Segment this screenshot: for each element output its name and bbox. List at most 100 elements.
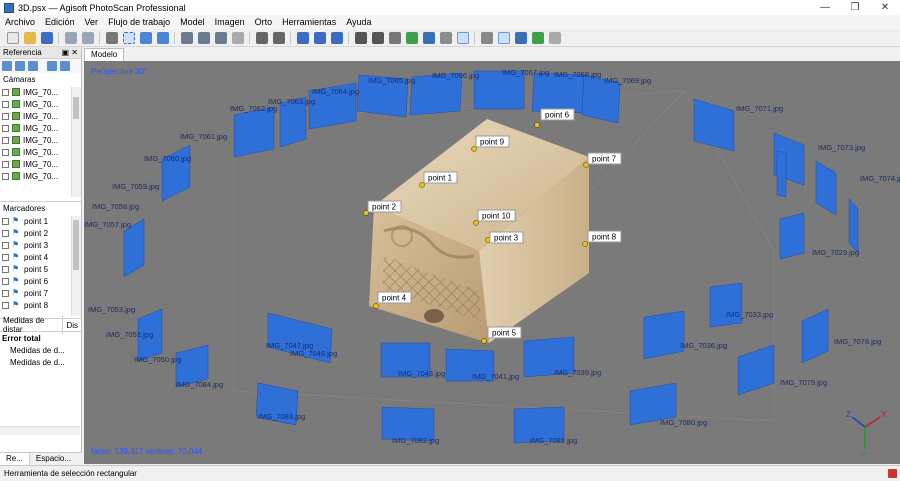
marker-row[interactable]: ⚑ point 3	[0, 239, 81, 251]
textured-icon[interactable]	[456, 31, 469, 44]
camera-row[interactable]: IMG_70...	[0, 134, 81, 146]
settings-icon[interactable]	[60, 61, 70, 71]
camera-image[interactable]	[531, 72, 585, 114]
dense-cloud-icon[interactable]	[371, 31, 384, 44]
camera-row[interactable]: IMG_70...	[0, 146, 81, 158]
delete-icon[interactable]	[255, 31, 268, 44]
checkbox[interactable]	[2, 217, 9, 225]
zoom-in-icon[interactable]	[296, 31, 309, 44]
shaded-icon[interactable]	[422, 31, 435, 44]
wireframe-icon[interactable]	[439, 31, 452, 44]
checkbox[interactable]	[2, 160, 9, 168]
move-icon[interactable]	[156, 31, 169, 44]
camera-row[interactable]: IMG_70...	[0, 86, 81, 98]
marker-row[interactable]: ⚑ point 7	[0, 287, 81, 299]
checkbox[interactable]	[2, 253, 9, 261]
checkbox[interactable]	[2, 301, 9, 309]
show-shapes-icon[interactable]	[514, 31, 527, 44]
marker-row[interactable]: ⚑ point 6	[0, 275, 81, 287]
horizontal-scrollbar[interactable]	[0, 426, 80, 435]
marker-point-7[interactable]: point 7	[583, 152, 622, 168]
camera-image[interactable]	[709, 282, 743, 328]
marker-row[interactable]: ⚑ point 5	[0, 263, 81, 275]
menu-model[interactable]: Model	[175, 17, 210, 27]
scroll-thumb[interactable]	[73, 97, 79, 119]
checkbox[interactable]	[2, 148, 9, 156]
camera-image[interactable]	[779, 212, 805, 260]
camera-row[interactable]: IMG_70...	[0, 98, 81, 110]
tab-workspace[interactable]: Espacio...	[30, 453, 77, 465]
tab-model[interactable]: Modelo	[84, 48, 125, 61]
navigation-icon[interactable]	[139, 31, 152, 44]
menu-edicion[interactable]: Edición	[40, 17, 80, 27]
crop-icon[interactable]	[272, 31, 285, 44]
marker-point-6[interactable]: point 6	[534, 108, 575, 128]
rectangle-selection-icon[interactable]	[122, 31, 135, 44]
measure-row[interactable]: Medidas de d...	[0, 344, 81, 356]
mesh-icon[interactable]	[388, 31, 401, 44]
checkbox[interactable]	[2, 88, 9, 96]
checkbox[interactable]	[2, 136, 9, 144]
show-region-icon[interactable]	[548, 31, 561, 44]
marker-point-3[interactable]: point 3	[485, 231, 524, 244]
scroll-thumb[interactable]	[73, 220, 79, 270]
checkbox[interactable]	[2, 112, 9, 120]
redo-icon[interactable]	[81, 31, 94, 44]
measure-tab-dis[interactable]: Dis	[63, 321, 81, 330]
cameras-scrollbar[interactable]	[71, 87, 81, 197]
save-icon[interactable]	[40, 31, 53, 44]
cameras-icon[interactable]	[480, 31, 493, 44]
measure-tab-distance[interactable]: Medidas de distar	[0, 316, 64, 334]
camera-image[interactable]	[815, 160, 837, 216]
menu-ayuda[interactable]: Ayuda	[341, 17, 376, 27]
marker-row[interactable]: ⚑ point 4	[0, 251, 81, 263]
measure-row[interactable]: Medidas de d...	[0, 356, 81, 368]
camera-image[interactable]	[233, 106, 275, 158]
scene-canvas[interactable]: IMG_7065.jpg IMG_7066.jpg IMG_7067.jpg I…	[84, 61, 900, 464]
camera-image[interactable]	[776, 150, 787, 198]
menu-ver[interactable]: Ver	[80, 17, 104, 27]
eraser-icon[interactable]	[231, 31, 244, 44]
checkbox[interactable]	[2, 289, 9, 297]
menu-herramientas[interactable]: Herramientas	[277, 17, 341, 27]
view-source-icon[interactable]	[47, 61, 57, 71]
minimize-button[interactable]: —	[810, 0, 840, 15]
reset-view-icon[interactable]	[330, 31, 343, 44]
menu-orto[interactable]: Orto	[250, 17, 278, 27]
camera-row[interactable]: IMG_70...	[0, 158, 81, 170]
maximize-button[interactable]: ❐	[840, 0, 870, 15]
camera-row[interactable]: IMG_70...	[0, 170, 81, 182]
error-indicator-icon[interactable]	[888, 469, 897, 478]
marker-row[interactable]: ⚑ point 2	[0, 227, 81, 239]
checkbox[interactable]	[2, 241, 9, 249]
panel-controls[interactable]: ▣ ✕	[62, 48, 78, 57]
checkbox[interactable]	[2, 172, 9, 180]
tab-reference[interactable]: Re...	[0, 453, 30, 465]
new-file-icon[interactable]	[6, 31, 19, 44]
menu-flujo-de-trabajo[interactable]: Flujo de trabajo	[103, 17, 175, 27]
checkbox[interactable]	[2, 100, 9, 108]
pointer-icon[interactable]	[105, 31, 118, 44]
menu-imagen[interactable]: Imagen	[210, 17, 250, 27]
camera-image[interactable]	[737, 344, 775, 396]
checkbox[interactable]	[2, 229, 9, 237]
show-markers-icon[interactable]	[497, 31, 510, 44]
camera-image[interactable]	[643, 310, 685, 360]
camera-image[interactable]	[693, 98, 735, 152]
open-folder-icon[interactable]	[23, 31, 36, 44]
model-viewport[interactable]: IMG_7065.jpg IMG_7066.jpg IMG_7067.jpg I…	[84, 61, 900, 464]
checkbox[interactable]	[2, 124, 9, 132]
export-icon[interactable]	[15, 61, 25, 71]
convert-icon[interactable]	[28, 61, 38, 71]
markers-scrollbar[interactable]	[71, 216, 81, 316]
menu-archivo[interactable]: Archivo	[0, 17, 40, 27]
close-button[interactable]: ✕	[870, 0, 900, 15]
checkbox[interactable]	[2, 277, 9, 285]
checkbox[interactable]	[2, 265, 9, 273]
ruler-icon[interactable]	[197, 31, 210, 44]
camera-row[interactable]: IMG_70...	[0, 110, 81, 122]
marker-row[interactable]: ⚑ point 1	[0, 215, 81, 227]
shape-icon[interactable]	[214, 31, 227, 44]
zoom-out-icon[interactable]	[313, 31, 326, 44]
undo-icon[interactable]	[64, 31, 77, 44]
